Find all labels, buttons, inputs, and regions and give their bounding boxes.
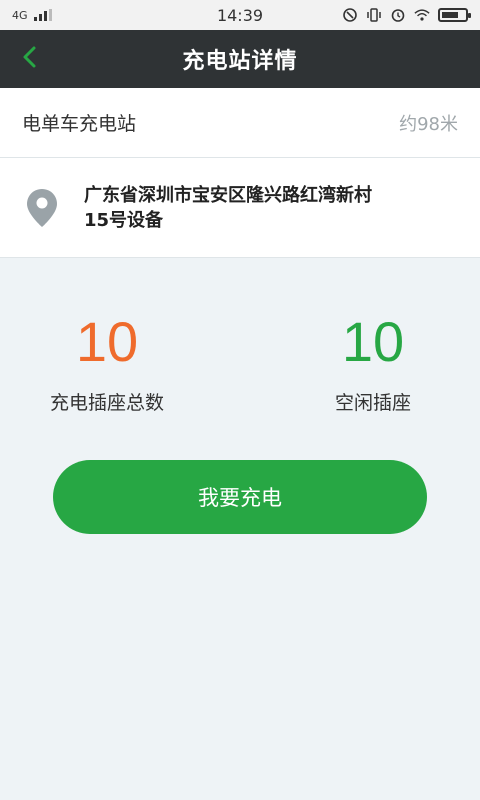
socket-stats: 10 充电插座总数 10 空闲插座	[0, 300, 480, 430]
status-bar: 4G 14:39	[0, 0, 480, 30]
total-sockets-stat: 10 充电插座总数	[7, 300, 207, 415]
station-address: 广东省深圳市宝安区隆兴路红湾新村15号设备	[84, 184, 372, 231]
vibrate-icon	[366, 8, 382, 22]
free-sockets-count: 10	[341, 310, 405, 373]
start-charging-button[interactable]: 我要充电	[53, 460, 427, 534]
network-type: 4G	[12, 8, 28, 22]
status-left: 4G	[12, 9, 52, 22]
app-header: 充电站详情	[0, 30, 480, 88]
battery-icon	[438, 8, 471, 22]
free-sockets-label: 空闲插座	[334, 392, 411, 414]
status-right	[342, 8, 471, 22]
wifi-icon	[414, 8, 430, 22]
alarm-icon	[390, 8, 406, 22]
total-sockets-count: 10	[75, 310, 139, 373]
page-title: 充电站详情	[182, 49, 298, 74]
station-name: 电单车充电站	[22, 113, 137, 135]
location-pin-icon	[22, 186, 62, 230]
station-distance: 约98米	[399, 113, 458, 135]
station-address-row[interactable]: 广东省深圳市宝安区隆兴路红湾新村15号设备	[0, 158, 480, 258]
total-sockets-label: 充电插座总数	[49, 392, 164, 414]
back-button[interactable]	[10, 39, 50, 79]
signal-icon	[33, 9, 52, 21]
chevron-left-icon	[21, 45, 39, 73]
station-name-row: 电单车充电站 约98米	[0, 88, 480, 158]
nfc-icon	[342, 8, 358, 22]
free-sockets-stat: 10 空闲插座	[273, 300, 473, 415]
